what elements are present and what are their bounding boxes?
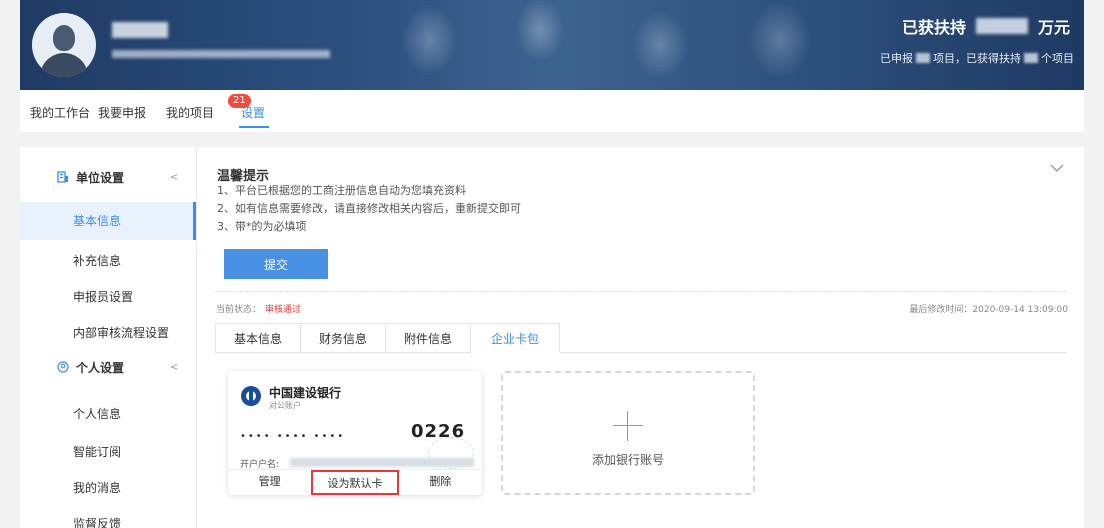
bank-name: 中国建设银行 [269,386,342,400]
tab-settings[interactable]: 设置 [241,104,265,121]
sidebar-group-label: 单位设置 [76,170,125,185]
last-modified-time: 最后修改时间：2020-09-14 13:09:00 [909,305,1068,315]
sidebar-item-applicant-settings[interactable]: 申报员设置 [20,278,196,316]
tab-workbench[interactable]: 我的工作台 [30,104,90,121]
chevron-left-icon: < [170,171,179,183]
account-type: 对公账户 [269,401,301,410]
status-value: 审核通过 [265,305,302,315]
sidebar-item-supplement-info[interactable]: 补充信息 [20,242,196,280]
sidebar-item-personal-info[interactable]: 个人信息 [20,395,196,433]
stats-mid: 项目，已获得扶持 [933,52,1021,65]
submit-button[interactable]: 提交 [224,249,328,279]
sidebar-item-review-flow[interactable]: 内部审核流程设置 [20,314,196,352]
applied-count-redacted [916,53,930,63]
plus-icon [613,411,643,441]
bank-card: 中国建设银行 对公账户 •••• •••• •••• 0226 开户户名: 管理… [228,371,482,495]
support-label: 已获扶持 [901,18,966,37]
info-subtabs: 基本信息 财务信息 附件信息 企业卡包 [215,323,1067,353]
support-summary: 已获扶持 万元 [902,14,1070,38]
supported-count-redacted [1024,53,1038,63]
support-amount-redacted [975,18,1028,34]
sidebar-item-subscription[interactable]: 智能订阅 [20,433,196,471]
chevron-left-icon: < [170,361,179,373]
subtab-finance-info[interactable]: 财务信息 [300,323,386,353]
subtab-basic-info[interactable]: 基本信息 [215,323,301,353]
avatar [32,13,96,77]
tab-apply[interactable]: 我要申报 [98,104,146,121]
tab-my-projects[interactable]: 我的项目 [166,104,214,121]
profile-banner: 已获扶持 万元 已申报 项目，已获得扶持 个项目 [20,0,1084,90]
sidebar-group-label: 个人设置 [76,360,125,375]
sidebar-group-personal[interactable]: 个人设置 < [20,353,196,381]
company-name-redacted [112,22,168,38]
settings-sidebar: 单位设置 < 基本信息 补充信息 申报员设置 内部审核流程设置 个人设置 < 个… [20,147,196,528]
add-bank-account-label: 添加银行账号 [591,453,664,467]
main-content: 温馨提示 1、平台已根据您的工商注册信息自动为您填充资料 2、如有信息需要修改，… [196,147,1084,528]
sidebar-item-basic-info[interactable]: 基本信息 [20,202,196,240]
subtab-card-wallet[interactable]: 企业卡包 [470,323,560,353]
current-status: 当前状态： 审核通过 [216,302,301,315]
stats-prefix: 已申报 [880,52,913,65]
tip-line: 2、如有信息需要修改，请直接修改相关内容后，重新提交即可 [217,202,521,215]
tip-line: 3、带*的为必填项 [217,220,307,233]
subtab-attachments[interactable]: 附件信息 [385,323,471,353]
tip-line: 1、平台已根据您的工商注册信息自动为您填充资料 [217,184,466,197]
sidebar-group-org[interactable]: 单位设置 < [20,163,196,191]
status-label: 当前状态： [216,305,262,315]
project-stats: 已申报 项目，已获得扶持 个项目 [880,50,1074,66]
support-unit: 万元 [1037,18,1070,37]
add-bank-account-button[interactable]: 添加银行账号 [501,371,755,495]
manage-card-button[interactable]: 管理 [228,470,311,495]
sidebar-item-feedback[interactable]: 监督反馈 [20,505,196,528]
ccb-logo-icon [241,386,261,406]
card-actions: 管理 设为默认卡 删除 [228,469,482,495]
masked-card-number: •••• •••• •••• [240,431,346,442]
divider [215,291,1067,292]
stats-suffix: 个项目 [1041,52,1074,65]
chevron-down-icon[interactable] [1050,161,1064,177]
user-circle-icon [56,360,70,374]
delete-card-button[interactable]: 删除 [399,470,482,495]
main-nav: 我的工作台 我要申报 我的项目 21 设置 [20,90,1084,132]
account-holder-redacted [290,458,474,467]
building-icon [56,170,70,184]
set-default-card-button[interactable]: 设为默认卡 [311,470,399,495]
company-info-redacted [112,50,330,58]
active-tab-underline [239,126,269,128]
sidebar-item-messages[interactable]: 我的消息 [20,469,196,507]
